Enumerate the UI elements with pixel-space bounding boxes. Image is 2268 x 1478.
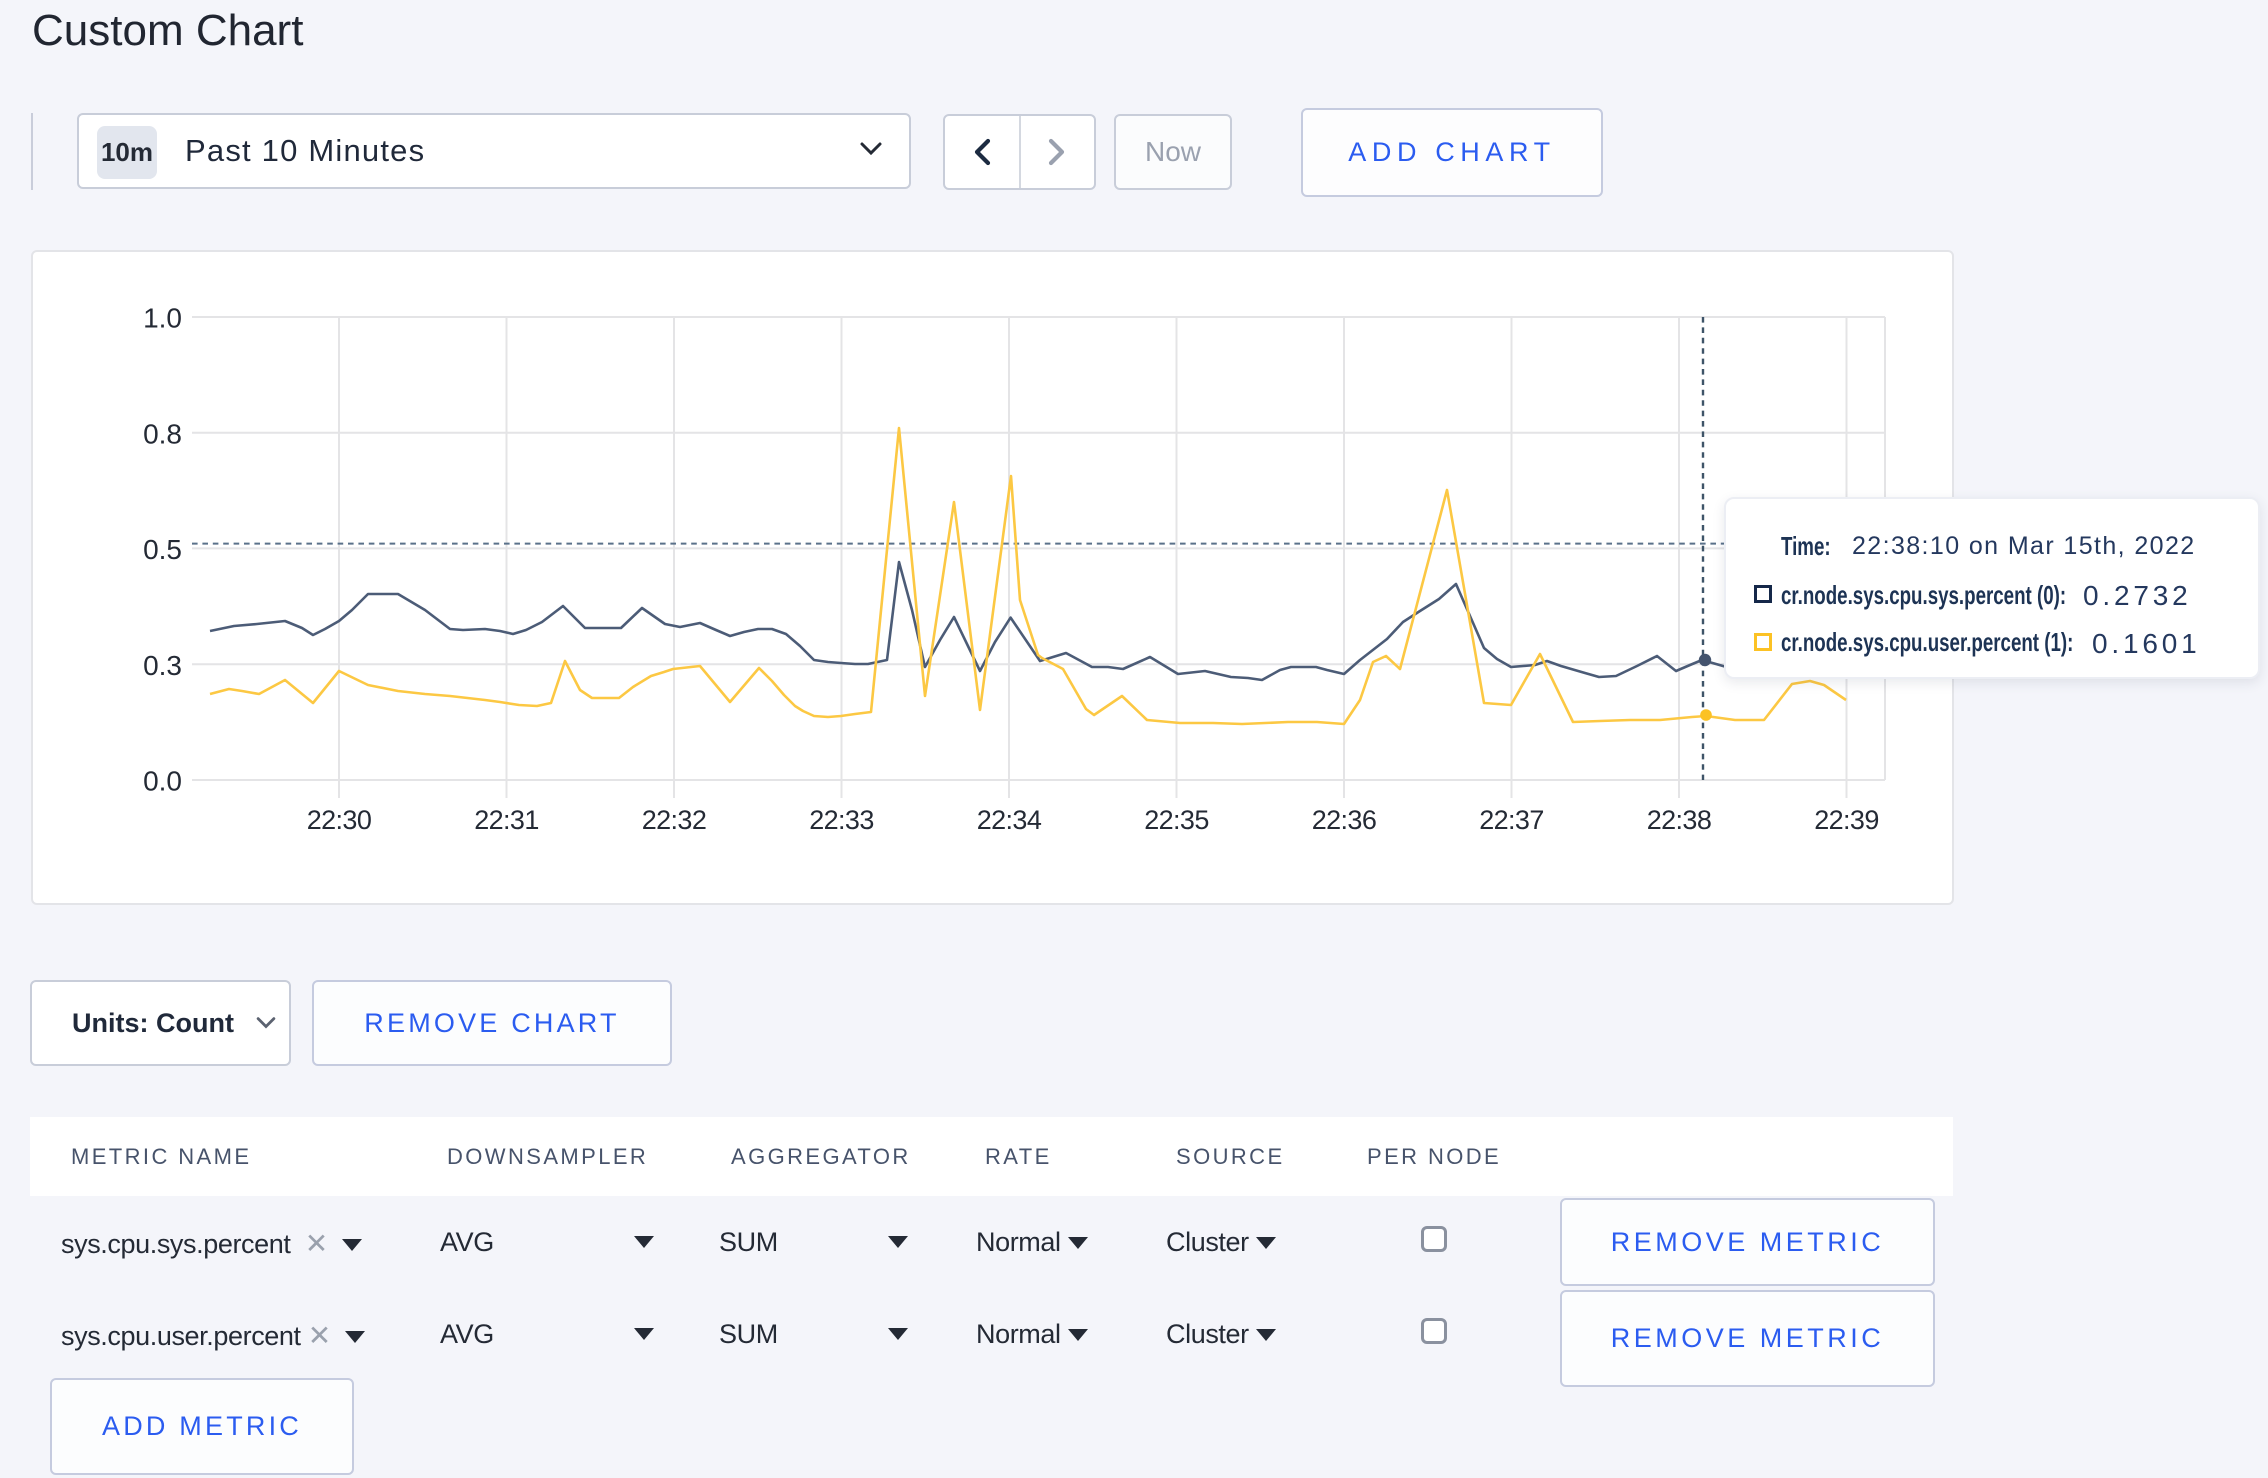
svg-text:22:33: 22:33 [809,805,874,835]
svg-text:22:37: 22:37 [1479,805,1544,835]
svg-text:22:31: 22:31 [474,805,539,835]
svg-text:0.5: 0.5 [143,534,182,565]
svg-text:22:32: 22:32 [642,805,707,835]
svg-text:22:36: 22:36 [1312,805,1377,835]
svg-text:22:35: 22:35 [1144,805,1209,835]
svg-text:22:38: 22:38 [1647,805,1712,835]
svg-text:0.3: 0.3 [143,650,182,681]
svg-text:0.0: 0.0 [143,766,182,797]
svg-text:22:30: 22:30 [307,805,372,835]
svg-text:22:34: 22:34 [977,805,1042,835]
svg-text:0.8: 0.8 [143,418,182,449]
svg-text:22:39: 22:39 [1814,805,1879,835]
svg-text:1.0: 1.0 [143,303,182,334]
